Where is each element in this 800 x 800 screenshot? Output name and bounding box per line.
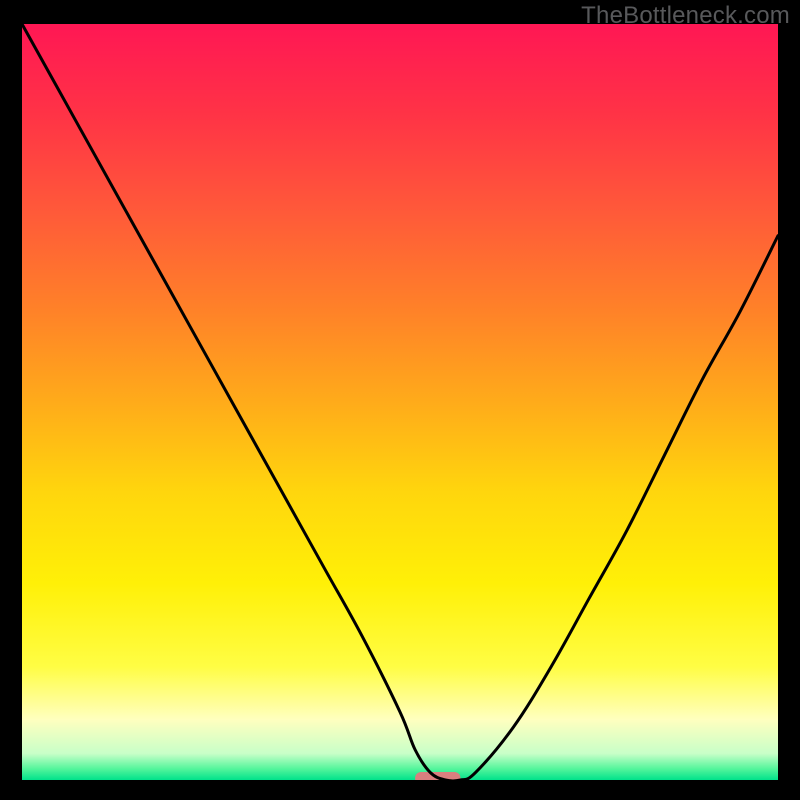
bottleneck-curve-plot — [22, 24, 778, 780]
chart-frame: TheBottleneck.com — [0, 0, 800, 800]
gradient-background — [22, 24, 778, 780]
plot-svg — [22, 24, 778, 780]
